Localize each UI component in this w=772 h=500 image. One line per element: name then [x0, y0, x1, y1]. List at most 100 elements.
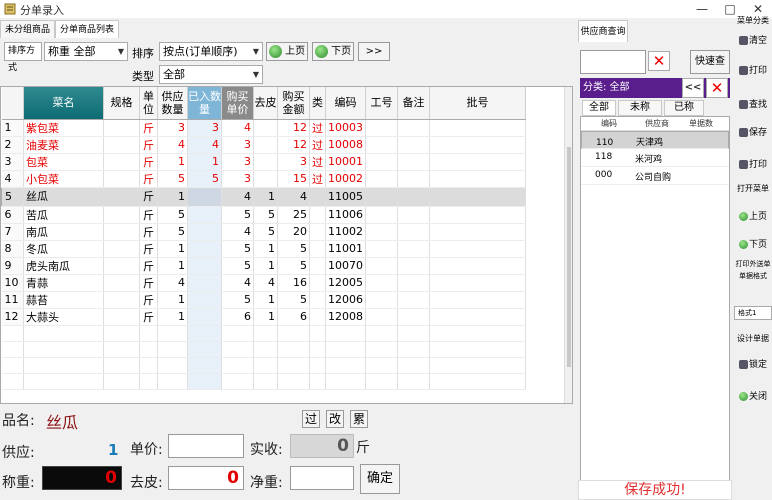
- cell-supply[interactable]: 1: [157, 153, 188, 171]
- cell-code[interactable]: 10070: [325, 257, 366, 275]
- table-row[interactable]: 11 蒜苔斤 1 5 1 5 12006: [1, 291, 526, 309]
- cell-peel[interactable]: 1: [253, 308, 278, 326]
- cell-price[interactable]: 4: [221, 187, 254, 207]
- cell-rownum[interactable]: 2: [1, 136, 24, 154]
- cell-spec[interactable]: [103, 291, 140, 309]
- cell-batch[interactable]: [429, 257, 526, 275]
- grid-scrollbar[interactable]: [564, 87, 572, 403]
- tab-supplier-query[interactable]: 供应商查询: [578, 20, 628, 42]
- cell-worker[interactable]: [365, 308, 398, 326]
- list-item[interactable]: 110 天津鸡: [581, 131, 729, 149]
- cell-received[interactable]: 5: [187, 170, 222, 188]
- cell-spec[interactable]: [103, 170, 140, 188]
- cell-rownum[interactable]: 9: [1, 257, 24, 275]
- cell-name[interactable]: 油麦菜: [23, 136, 104, 154]
- cell-supply[interactable]: 4: [157, 136, 188, 154]
- cumulative-button[interactable]: 累: [350, 410, 368, 428]
- cell-spec[interactable]: [103, 153, 140, 171]
- prev-page-button[interactable]: 上页: [266, 42, 308, 61]
- table-row[interactable]: 6 苦瓜斤 5 5 5 25 11006: [1, 206, 526, 224]
- cell-batch[interactable]: [429, 223, 526, 241]
- print2-button[interactable]: 打印: [734, 154, 772, 176]
- sort-select[interactable]: 按点(订单顺序) ▼: [159, 42, 263, 61]
- cell-price[interactable]: 3: [221, 170, 254, 188]
- cell-remark[interactable]: [397, 119, 430, 137]
- cell-remark[interactable]: [397, 240, 430, 258]
- cell-unit[interactable]: 斤: [139, 257, 158, 275]
- cell-spec[interactable]: [103, 223, 140, 241]
- pass-button[interactable]: 过: [302, 410, 320, 428]
- cell-remark[interactable]: [397, 206, 430, 224]
- cell-type[interactable]: [309, 308, 326, 326]
- col-type[interactable]: 类: [309, 87, 326, 120]
- cell-received[interactable]: 1: [187, 153, 222, 171]
- tab-weighed[interactable]: 已称: [664, 100, 704, 116]
- cell-worker[interactable]: [365, 257, 398, 275]
- cell-worker[interactable]: [365, 136, 398, 154]
- confirm-button[interactable]: 确定: [360, 464, 400, 494]
- print-button[interactable]: 打印: [734, 60, 772, 82]
- cell-code[interactable]: 12008: [325, 308, 366, 326]
- cell-amount[interactable]: 20: [277, 223, 310, 241]
- table-row[interactable]: 7 南瓜斤 5 4 5 20 11002: [1, 223, 526, 241]
- cell-supply[interactable]: 1: [157, 257, 188, 275]
- side-prev-button[interactable]: 上页: [734, 206, 772, 228]
- cell-amount[interactable]: 3: [277, 153, 310, 171]
- cell-code[interactable]: 11006: [325, 206, 366, 224]
- table-row[interactable]: 4 小包菜斤 5 5 3 15 过 10002: [1, 170, 526, 188]
- cell-rownum[interactable]: 6: [1, 206, 24, 224]
- cell-type[interactable]: 过: [309, 119, 326, 137]
- col-remark[interactable]: 备注: [397, 87, 430, 120]
- col-spec[interactable]: 规格: [103, 87, 140, 120]
- cell-received[interactable]: [187, 223, 222, 241]
- cell-unit[interactable]: 斤: [139, 170, 158, 188]
- supplier-list[interactable]: 编码 供应商 单据数 110 天津鸡 118 米河鸡 000 公司自购: [580, 116, 730, 486]
- cell-code[interactable]: 11001: [325, 240, 366, 258]
- cell-worker[interactable]: [365, 119, 398, 137]
- col-name[interactable]: 菜名: [23, 87, 104, 120]
- cell-peel[interactable]: [253, 136, 278, 154]
- cell-worker[interactable]: [365, 170, 398, 188]
- cell-rownum[interactable]: 1: [1, 119, 24, 137]
- col-code[interactable]: 编码: [325, 87, 366, 120]
- cell-received[interactable]: [187, 187, 222, 207]
- cell-spec[interactable]: [103, 187, 140, 207]
- cell-received[interactable]: [187, 240, 222, 258]
- cell-price[interactable]: 4: [221, 119, 254, 137]
- cell-name[interactable]: 蒜苔: [23, 291, 104, 309]
- cell-batch[interactable]: [429, 136, 526, 154]
- cell-rownum[interactable]: 8: [1, 240, 24, 258]
- category-clear-icon[interactable]: ✕: [706, 78, 728, 98]
- cell-spec[interactable]: [103, 206, 140, 224]
- col-unit[interactable]: 单位: [139, 87, 158, 120]
- cell-price[interactable]: 5: [221, 206, 254, 224]
- peel-input[interactable]: 0: [168, 466, 244, 490]
- cell-rownum[interactable]: 3: [1, 153, 24, 171]
- cell-name[interactable]: 青蒜: [23, 274, 104, 292]
- cell-peel[interactable]: 1: [253, 291, 278, 309]
- cell-received[interactable]: 4: [187, 136, 222, 154]
- quick-search-button[interactable]: 快速查: [690, 50, 730, 74]
- cell-peel[interactable]: [253, 119, 278, 137]
- tab-order-list[interactable]: 分单商品列表: [55, 20, 120, 38]
- table-row[interactable]: 10 青蒜斤 4 4 4 16 12005: [1, 274, 526, 292]
- price-input[interactable]: [168, 434, 244, 458]
- type-select[interactable]: 全部 ▼: [159, 65, 263, 84]
- cell-remark[interactable]: [397, 257, 430, 275]
- cell-peel[interactable]: 5: [253, 223, 278, 241]
- cell-received[interactable]: [187, 206, 222, 224]
- cell-remark[interactable]: [397, 136, 430, 154]
- cell-amount[interactable]: 12: [277, 136, 310, 154]
- cell-amount[interactable]: 5: [277, 291, 310, 309]
- clear-search-icon[interactable]: ✕: [648, 51, 670, 71]
- cell-price[interactable]: 5: [221, 240, 254, 258]
- more-button[interactable]: >>: [358, 42, 390, 61]
- col-worker-id[interactable]: 工号: [365, 87, 398, 120]
- cell-amount[interactable]: 6: [277, 308, 310, 326]
- cell-type[interactable]: 过: [309, 153, 326, 171]
- search-button[interactable]: 查找: [734, 94, 772, 116]
- cell-type[interactable]: 过: [309, 136, 326, 154]
- cell-name[interactable]: 丝瓜: [23, 187, 104, 207]
- cell-amount[interactable]: 5: [277, 240, 310, 258]
- list-item[interactable]: 000 公司自购: [581, 167, 729, 185]
